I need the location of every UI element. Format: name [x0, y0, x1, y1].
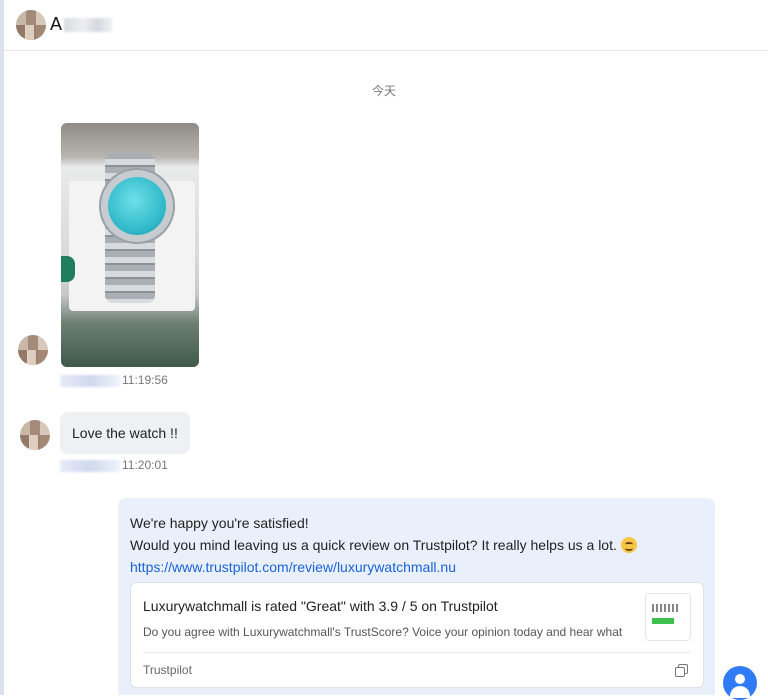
green-tag	[61, 256, 75, 282]
message-meta: 11:20:01	[60, 458, 168, 472]
message-meta: 11:19:56	[60, 373, 168, 387]
message-time: 11:20:01	[122, 458, 168, 472]
link-preview-title: Luxurywatchmall is rated "Great" with 3.…	[143, 598, 498, 614]
redacted-sender	[60, 374, 120, 387]
copy-icon[interactable]	[675, 664, 688, 677]
card-divider	[143, 652, 691, 653]
contact-name[interactable]: A	[50, 14, 113, 35]
image-message-watch-photo[interactable]	[61, 123, 199, 367]
smiling-face-emoji-icon	[620, 537, 637, 553]
contact-avatar[interactable]	[16, 10, 46, 40]
outgoing-message-text: We're happy you're satisfied! Would you …	[130, 512, 637, 578]
link-preview-thumbnail	[645, 593, 691, 641]
message-time: 11:19:56	[122, 373, 168, 387]
outgoing-message-bubble[interactable]: We're happy you're satisfied! Would you …	[118, 498, 715, 695]
message-line-1: We're happy you're satisfied!	[130, 515, 309, 531]
incoming-message-bubble[interactable]: Love the watch !!	[60, 412, 190, 454]
sender-avatar[interactable]	[20, 420, 50, 450]
watch-dial	[108, 177, 166, 235]
trustpilot-review-link[interactable]: https://www.trustpilot.com/review/luxury…	[130, 559, 456, 575]
link-preview-card[interactable]: Luxurywatchmall is rated "Great" with 3.…	[130, 582, 704, 688]
message-line-2: Would you mind leaving us a quick review…	[130, 534, 637, 556]
chat-header: A	[4, 0, 768, 51]
date-separator: 今天	[371, 84, 396, 98]
redacted-name	[64, 18, 113, 33]
redacted-sender	[60, 459, 120, 472]
link-preview-description: Do you agree with Luxurywatchmall's Trus…	[143, 625, 623, 639]
link-preview-source: Trustpilot	[143, 663, 192, 677]
sender-avatar[interactable]	[18, 335, 48, 365]
window-left-edge	[0, 0, 4, 695]
